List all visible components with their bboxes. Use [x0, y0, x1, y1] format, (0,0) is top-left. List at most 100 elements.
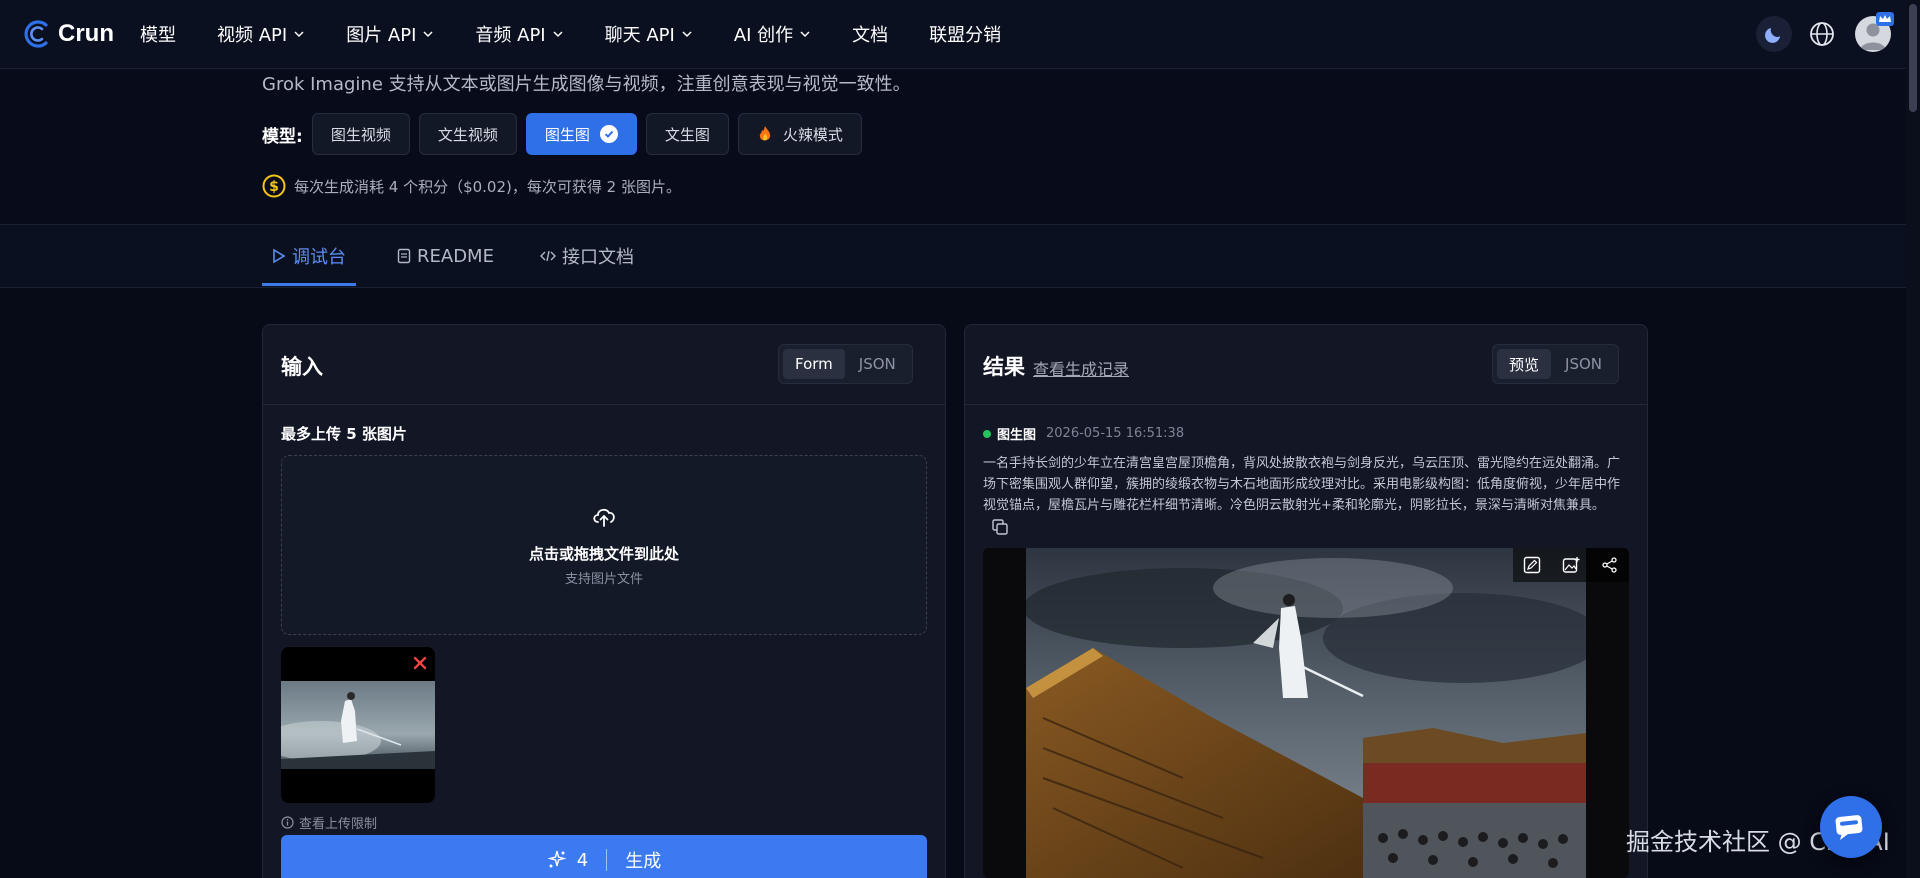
- segment-json[interactable]: JSON: [847, 349, 908, 379]
- upload-limit-text: 查看上传限制: [299, 817, 378, 832]
- dropzone-title: 点击或拖拽文件到此处: [528, 545, 679, 563]
- remove-image-icon[interactable]: [412, 655, 428, 671]
- model-chip-image-to-image[interactable]: 图生图: [525, 113, 637, 155]
- document-icon: [397, 248, 411, 264]
- credit-info: $ 每次生成消耗 4 个积分（$0.02)，每次可获得 2 张图片。: [262, 174, 681, 198]
- model-selector: 模型: 图生视频 文生视频 图生图 文生图 火辣模式: [262, 113, 862, 155]
- svg-text:$: $: [269, 179, 279, 195]
- result-image[interactable]: [983, 548, 1629, 878]
- nav-item-label: 文档: [852, 25, 889, 46]
- chip-label: 文生图: [664, 125, 710, 144]
- image-add-icon[interactable]: [1562, 556, 1580, 574]
- nav-item-label: 聊天 API: [604, 25, 675, 46]
- nav-item-chat-api[interactable]: 聊天 API: [605, 21, 693, 47]
- credit-text: 每次生成消耗 4 个积分（$0.02)，每次可获得 2 张图片。: [294, 177, 681, 196]
- nav-item-affiliate[interactable]: 联盟分销: [929, 21, 1001, 47]
- chevron-down-icon: [682, 31, 692, 38]
- model-chip-spicy-mode[interactable]: 火辣模式: [737, 113, 862, 155]
- chat-bubble-icon: [1835, 815, 1863, 840]
- model-chip-text-to-video[interactable]: 文生视频: [418, 113, 517, 155]
- chevron-down-icon: [423, 31, 433, 38]
- nav-item-image-api[interactable]: 图片 API: [346, 21, 434, 47]
- brand-logo[interactable]: Crun: [22, 19, 114, 49]
- top-nav: Crun 模型 视频 API 图片 API 音频 API 聊天 API AI 创…: [0, 0, 1920, 69]
- result-mode-toggle: 预览 JSON: [1492, 344, 1619, 384]
- chip-label: 火辣模式: [782, 125, 843, 144]
- file-dropzone[interactable]: 点击或拖拽文件到此处 支持图片文件: [281, 455, 927, 635]
- model-chip-image-to-video[interactable]: 图生视频: [311, 113, 410, 155]
- generated-image: [983, 548, 1629, 878]
- scrollbar-thumb[interactable]: [1909, 4, 1917, 112]
- result-panel: 结果 查看生成记录 预览 JSON 图生图 2026-05-15 16:51:3…: [964, 324, 1648, 878]
- check-icon: [599, 125, 618, 143]
- generate-button[interactable]: 4 生成: [281, 835, 927, 878]
- generate-label: 生成: [625, 851, 662, 872]
- upload-limit-link[interactable]: 查看上传限制: [281, 813, 377, 832]
- crown-icon: [1876, 12, 1894, 26]
- tab-api-docs[interactable]: 接口文档: [540, 225, 634, 287]
- generate-cost: 4: [576, 849, 589, 871]
- nav-item-label: 音频 API: [475, 25, 546, 46]
- theme-toggle-button[interactable]: [1756, 16, 1792, 52]
- result-panel-title: 结果: [983, 355, 1025, 379]
- result-timestamp: 2026-05-15 16:51:38: [1046, 426, 1185, 441]
- chip-label: 文生视频: [437, 125, 498, 144]
- result-panel-header: 结果 查看生成记录 预览 JSON: [965, 325, 1647, 405]
- result-prompt: 一名手持长剑的少年立在清宫皇宫屋顶檐角，背风处披散衣袍与剑身反光，乌云压顶、雷光…: [983, 453, 1629, 537]
- divider: [606, 849, 608, 871]
- uploaded-image: [281, 681, 435, 769]
- globe-icon[interactable]: [1808, 20, 1836, 48]
- chevron-down-icon: [553, 31, 563, 38]
- history-link[interactable]: 查看生成记录: [1033, 356, 1129, 380]
- nav-item-ai-create[interactable]: AI 创作: [734, 21, 811, 47]
- input-mode-toggle: Form JSON: [778, 344, 913, 384]
- coin-icon: $: [262, 174, 286, 198]
- play-icon: [273, 248, 286, 264]
- nav-item-label: 联盟分销: [929, 25, 1002, 46]
- chip-label: 图生图: [544, 125, 590, 144]
- result-meta: 图生图 2026-05-15 16:51:38: [983, 424, 1184, 443]
- segment-form[interactable]: Form: [783, 349, 845, 379]
- image-toolbar: [1513, 548, 1629, 582]
- tab-console[interactable]: 调试台: [272, 225, 346, 287]
- result-tag: 图生图: [997, 428, 1037, 443]
- segment-preview[interactable]: 预览: [1497, 349, 1552, 379]
- nav-item-video-api[interactable]: 视频 API: [217, 21, 305, 47]
- dropzone-hint: 支持图片文件: [564, 572, 643, 587]
- model-chip-text-to-image[interactable]: 文生图: [645, 113, 729, 155]
- cloud-upload-icon: [593, 508, 615, 527]
- code-icon: [540, 250, 556, 262]
- nav-item-docs[interactable]: 文档: [852, 21, 888, 47]
- chat-support-button[interactable]: [1820, 796, 1882, 858]
- status-dot: [983, 429, 991, 438]
- tab-label: 调试台: [292, 247, 346, 268]
- nav-item-label: AI 创作: [733, 25, 794, 46]
- edit-image-icon[interactable]: [1523, 556, 1541, 574]
- share-icon[interactable]: [1601, 556, 1619, 574]
- nav-item-label: 模型: [140, 25, 176, 46]
- segment-json[interactable]: JSON: [1553, 349, 1614, 379]
- copy-icon[interactable]: [991, 518, 1009, 536]
- models-label: 模型:: [262, 126, 303, 147]
- crun-logo-icon: [24, 20, 48, 48]
- chevron-down-icon: [800, 31, 810, 38]
- chevron-down-icon: [294, 31, 304, 38]
- moon-icon: [1765, 28, 1780, 43]
- prompt-text: 一名手持长剑的少年立在清宫皇宫屋顶檐角，背风处披散衣袍与剑身反光，乌云压顶、雷光…: [983, 456, 1621, 513]
- tab-label: README: [417, 245, 494, 267]
- info-icon: [281, 816, 294, 829]
- page-scrollbar[interactable]: [1906, 0, 1920, 878]
- upload-label: 最多上传 5 张图片: [281, 425, 407, 443]
- fire-icon: [759, 126, 771, 141]
- nav-item-audio-api[interactable]: 音频 API: [475, 21, 563, 47]
- tab-readme[interactable]: README: [397, 225, 494, 287]
- tab-bar: 调试台 README 接口文档: [0, 224, 1906, 288]
- chip-label: 图生视频: [330, 125, 391, 144]
- nav-item-models[interactable]: 模型: [140, 21, 176, 47]
- active-tab-indicator: [262, 283, 356, 286]
- sparkle-icon: [547, 850, 567, 868]
- nav-item-label: 图片 API: [346, 25, 417, 46]
- input-panel: 输入 Form JSON 最多上传 5 张图片 点击或拖拽文件到此处 支持图片文…: [262, 324, 946, 878]
- input-panel-header: 输入 Form JSON: [263, 325, 945, 405]
- input-panel-title: 输入: [281, 355, 323, 379]
